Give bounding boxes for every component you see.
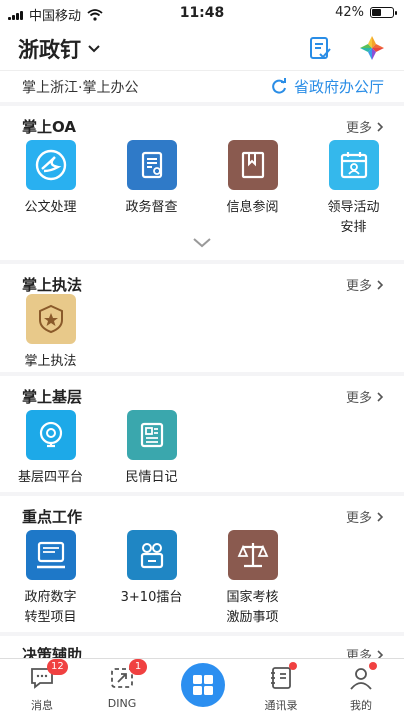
tab-contacts[interactable]: 通讯录 xyxy=(246,662,316,713)
status-right: 42% xyxy=(335,5,397,20)
more-button[interactable]: 更多 xyxy=(346,117,384,136)
more-label: 更多 xyxy=(345,121,372,136)
chevron-right-icon xyxy=(377,279,384,290)
app-grassroots-platform[interactable]: 基层四平台 xyxy=(0,410,101,488)
tab-ding[interactable]: 1 DING xyxy=(87,659,157,710)
app-supervision[interactable]: 政务督查 xyxy=(101,140,202,238)
status-bar: 中国移动 11:48 42% xyxy=(0,0,404,26)
chevron-right-icon xyxy=(377,649,384,658)
chevron-right-icon xyxy=(377,391,384,402)
section-title: 重点工作 xyxy=(22,508,83,526)
tab-label: 消息 xyxy=(31,699,53,712)
more-button[interactable]: 更多 xyxy=(346,507,384,526)
chevron-right-icon xyxy=(377,511,384,522)
app-grid: 政府数字 转型项目 3+10擂台 国家考核 激励事项 xyxy=(0,530,404,628)
digital-screen-icon xyxy=(25,530,76,580)
tab-label: 通讯录 xyxy=(264,699,298,712)
tab-me[interactable]: 我的 xyxy=(326,662,396,713)
app-label: 政府数字 转型项目 xyxy=(24,590,77,625)
newspaper-icon xyxy=(126,410,177,460)
document-flow-icon xyxy=(25,140,76,190)
more-button[interactable]: 更多 xyxy=(346,387,384,406)
refresh-icon xyxy=(272,77,286,94)
supervision-icon xyxy=(126,140,177,190)
todo-checklist-icon[interactable] xyxy=(306,34,334,62)
app-label: 掌上执法 xyxy=(24,354,77,369)
grid-icon xyxy=(193,675,213,695)
more-label: 更多 xyxy=(345,279,372,294)
switch-org-button[interactable]: 省政府办公厅 xyxy=(270,76,384,97)
section-title: 掌上OA xyxy=(22,118,76,136)
section-law-enforcement: 掌上执法 更多 掌上执法 xyxy=(0,264,404,372)
workbench-star-icon[interactable] xyxy=(358,34,386,62)
app-document-processing[interactable]: 公文处理 xyxy=(0,140,101,238)
app-label: 领导活动 安排 xyxy=(327,200,380,235)
app-label: 国家考核 激励事项 xyxy=(226,590,279,625)
app-info-reference[interactable]: 信息参阅 xyxy=(202,140,303,238)
org-label: 省政府办公厅 xyxy=(293,78,384,96)
app-law-enforcement[interactable]: 掌上执法 xyxy=(0,294,101,372)
section-title: 掌上基层 xyxy=(22,388,83,406)
tab-label: 我的 xyxy=(350,699,372,712)
section-title: 掌上执法 xyxy=(22,276,83,294)
app-label: 民情日记 xyxy=(125,470,178,485)
unread-badge: 1 xyxy=(129,659,147,675)
expand-chevron-icon[interactable] xyxy=(191,236,213,250)
app-title: 浙政钉 xyxy=(18,38,81,62)
chevron-right-icon xyxy=(377,121,384,132)
more-label: 更多 xyxy=(345,649,372,658)
app-grid: 掌上执法 xyxy=(0,294,404,372)
app-national-assessment[interactable]: 国家考核 激励事项 xyxy=(202,530,303,628)
calendar-person-icon xyxy=(328,140,379,190)
app-label: 信息参阅 xyxy=(226,200,279,215)
chevron-down-icon xyxy=(88,45,100,53)
app-leader-schedule[interactable]: 领导活动 安排 xyxy=(303,140,404,238)
more-button[interactable]: 更多 xyxy=(346,645,384,658)
battery-icon xyxy=(370,7,397,18)
app-grid: 基层四平台 民情日记 xyxy=(0,410,404,488)
battery-percent: 42% xyxy=(335,5,364,20)
notification-dot xyxy=(289,662,297,670)
app-label: 公文处理 xyxy=(24,200,77,215)
app-arena[interactable]: 3+10擂台 xyxy=(101,530,202,628)
slogan-text: 掌上浙江·掌上办公 xyxy=(22,80,139,96)
app-label: 3+10擂台 xyxy=(120,590,183,605)
app-grid: 公文处理 政务督查 信息参阅 领导活动 安排 xyxy=(0,140,404,238)
notification-dot xyxy=(369,662,377,670)
app-header: 浙政钉 xyxy=(0,26,404,70)
section-decision-support: 决策辅助 更多 xyxy=(0,636,404,658)
section-oa: 掌上OA 更多 公文处理 政务督查 信息参阅 领导活动 安排 xyxy=(0,106,404,260)
bookmark-book-icon xyxy=(227,140,278,190)
sub-header: 掌上浙江·掌上办公 省政府办公厅 xyxy=(0,70,404,102)
location-pin-icon xyxy=(25,410,76,460)
workbench-button[interactable] xyxy=(181,663,225,707)
badge-star-icon xyxy=(25,294,76,344)
section-key-work: 重点工作 更多 政府数字 转型项目 3+10擂台 国家考核 激励事项 xyxy=(0,496,404,632)
org-switcher[interactable]: 浙政钉 xyxy=(18,34,101,64)
section-title: 决策辅助 xyxy=(22,646,83,658)
scales-icon xyxy=(227,530,278,580)
app-label: 政务督查 xyxy=(125,200,178,215)
more-label: 更多 xyxy=(345,511,372,526)
tab-messages[interactable]: 12 消息 xyxy=(7,659,77,713)
more-button[interactable]: 更多 xyxy=(346,275,384,294)
app-label: 基层四平台 xyxy=(17,470,83,485)
section-grassroots: 掌上基层 更多 基层四平台 民情日记 xyxy=(0,376,404,492)
more-label: 更多 xyxy=(345,391,372,406)
arena-icon xyxy=(126,530,177,580)
unread-badge: 12 xyxy=(47,659,68,675)
app-public-diary[interactable]: 民情日记 xyxy=(101,410,202,488)
tab-label: DING xyxy=(107,697,137,710)
app-digital-transformation[interactable]: 政府数字 转型项目 xyxy=(0,530,101,628)
